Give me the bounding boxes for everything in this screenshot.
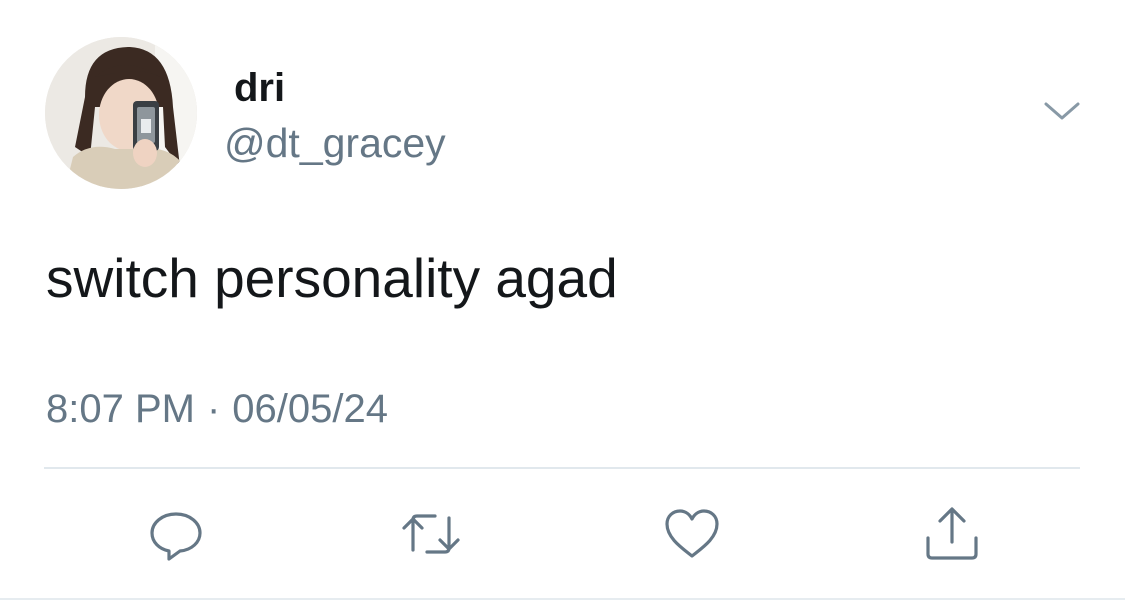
tweet-date: 06/05/24 (232, 387, 388, 431)
avatar[interactable] (45, 37, 197, 189)
retweet-button[interactable] (401, 504, 461, 564)
tweet-time: 8:07 PM (46, 387, 195, 431)
chevron-down-icon[interactable] (1040, 96, 1084, 128)
share-button[interactable] (922, 504, 982, 564)
like-button[interactable] (662, 504, 722, 564)
reply-button[interactable] (146, 504, 206, 564)
tweet-timestamp: 8:07 PM · 06/05/24 (46, 384, 388, 434)
meta-separator: · (206, 387, 221, 431)
display-name[interactable]: dri (234, 64, 285, 112)
share-icon (926, 507, 978, 560)
bottom-divider (0, 598, 1125, 600)
reply-icon (150, 512, 202, 561)
retweet-icon (402, 514, 460, 554)
username-handle[interactable]: @dt_gracey (224, 118, 446, 168)
tweet-text: switch personality agad (46, 247, 618, 309)
heart-icon (665, 509, 719, 558)
divider (44, 467, 1080, 469)
